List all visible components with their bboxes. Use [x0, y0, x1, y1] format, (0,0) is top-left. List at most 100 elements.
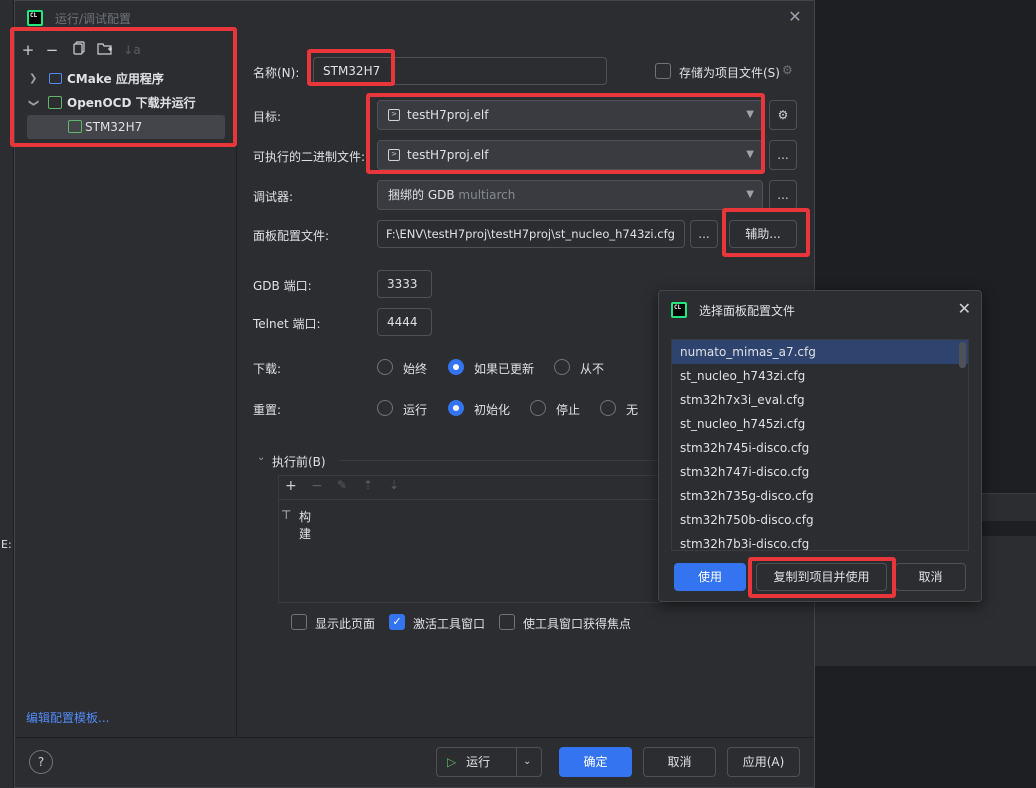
- list-item[interactable]: numato_mimas_a7.cfg: [672, 340, 968, 364]
- popup-title: 选择面板配置文件: [699, 304, 796, 318]
- close-icon[interactable]: ✕: [958, 299, 971, 318]
- list-item[interactable]: stm32h745i-disco.cfg: [672, 436, 968, 460]
- chevron-down-icon: ❯: [28, 98, 40, 108]
- chip-icon: [48, 96, 62, 109]
- use-button[interactable]: 使用: [674, 563, 746, 591]
- reset-halt-label: 停止: [556, 403, 581, 417]
- debugger-browse-button[interactable]: ...: [769, 180, 797, 210]
- reset-halt-radio[interactable]: [530, 400, 546, 416]
- play-icon: ▷: [447, 755, 457, 769]
- config-sidebar: + − ↓a ❯ CMake 应用程序 ❯ OpenOCD 下载并运行 STM3…: [15, 35, 237, 737]
- ok-button[interactable]: 确定: [559, 747, 632, 777]
- list-item[interactable]: st_nucleo_h745zi.cfg: [672, 412, 968, 436]
- board-config-browse-button[interactable]: ...: [690, 220, 718, 248]
- remove-icon[interactable]: −: [311, 478, 323, 494]
- edit-icon[interactable]: ✎: [337, 478, 347, 492]
- download-if-updated-label: 如果已更新: [474, 362, 535, 376]
- download-always-radio[interactable]: [377, 359, 393, 375]
- store-project-label: 存储为项目文件(S): [679, 66, 780, 80]
- run-target-icon: >: [388, 109, 400, 121]
- list-item[interactable]: stm32h750b-disco.cfg: [672, 508, 968, 532]
- focus-tool-checkbox[interactable]: [499, 614, 515, 630]
- executable-label: 可执行的二进制文件:: [253, 150, 366, 164]
- move-down-icon[interactable]: ⇣: [389, 478, 399, 492]
- clion-logo-icon: CL: [671, 302, 687, 318]
- add-icon[interactable]: +: [285, 478, 297, 494]
- reset-init-radio[interactable]: [448, 400, 464, 416]
- list-item[interactable]: stm32h7b3i-disco.cfg: [672, 532, 968, 550]
- hammer-icon: ⊤: [281, 508, 292, 522]
- reset-run-radio[interactable]: [377, 400, 393, 416]
- before-launch-label[interactable]: 执行前(B): [272, 453, 326, 470]
- board-config-popup: CL 选择面板配置文件 ✕ numato_mimas_a7.cfg st_nuc…: [658, 290, 982, 602]
- before-launch-toolbar: + − ✎ ⇡ ⇣: [279, 476, 661, 500]
- executable-select[interactable]: > testH7proj.elf ▼: [377, 140, 763, 170]
- reset-label: 重置:: [253, 403, 282, 417]
- background-ide-left: E:: [0, 0, 14, 788]
- show-page-label: 显示此页面: [315, 617, 376, 631]
- download-if-updated-radio[interactable]: [448, 359, 464, 375]
- chevron-down-icon: ▼: [746, 149, 754, 160]
- debugger-select[interactable]: 捆绑的 GDB multiarch ▼: [377, 180, 763, 210]
- chevron-down-icon: ▼: [746, 189, 754, 200]
- background-edge-text: E:: [1, 538, 12, 551]
- help-button[interactable]: ?: [29, 750, 53, 774]
- move-up-icon[interactable]: ⇡: [363, 478, 373, 492]
- tree-item-openocd[interactable]: ❯ OpenOCD 下载并运行: [15, 91, 237, 115]
- reset-none-radio[interactable]: [600, 400, 616, 416]
- board-config-label: 面板配置文件:: [253, 229, 330, 243]
- section-divider: [339, 460, 661, 461]
- executable-browse-button[interactable]: ...: [769, 140, 797, 170]
- copy-to-project-button[interactable]: 复制到项目并使用: [756, 563, 887, 591]
- store-project-checkbox[interactable]: [655, 63, 671, 79]
- run-target-icon: >: [388, 149, 400, 161]
- run-button[interactable]: ▷ 运行 ⌄: [436, 747, 542, 777]
- list-item[interactable]: stm32h747i-disco.cfg: [672, 460, 968, 484]
- download-never-radio[interactable]: [554, 359, 570, 375]
- apply-button[interactable]: 应用(A): [727, 747, 800, 777]
- gear-icon[interactable]: ⚙: [782, 63, 793, 77]
- target-settings-button[interactable]: ⚙: [769, 100, 797, 130]
- dialog-footer: ? ▷ 运行 ⌄ 确定 取消 应用(A): [15, 737, 814, 787]
- chevron-down-icon[interactable]: ⌄: [257, 452, 265, 463]
- tree-item-cmake[interactable]: ❯ CMake 应用程序: [15, 67, 237, 91]
- add-icon[interactable]: +: [19, 41, 37, 59]
- sort-icon[interactable]: ↓a: [123, 41, 141, 59]
- download-label: 下载:: [253, 362, 282, 376]
- chevron-down-icon[interactable]: ⌄: [523, 748, 531, 776]
- list-item[interactable]: stm32h735g-disco.cfg: [672, 484, 968, 508]
- target-select[interactable]: > testH7proj.elf ▼: [377, 100, 763, 130]
- chevron-right-icon: ❯: [29, 73, 38, 84]
- reset-init-label: 初始化: [474, 403, 511, 417]
- assist-button[interactable]: 辅助...: [729, 220, 797, 248]
- gdb-port-input[interactable]: 3333: [377, 270, 432, 298]
- telnet-port-label: Telnet 端口:: [253, 317, 321, 331]
- telnet-port-input[interactable]: 4444: [377, 308, 432, 336]
- download-always-label: 始终: [403, 362, 428, 376]
- chip-icon: [68, 120, 82, 133]
- board-config-input[interactable]: F:\ENV\testH7proj\testH7proj\st_nucleo_h…: [377, 220, 685, 248]
- list-item[interactable]: stm32h7x3i_eval.cfg: [672, 388, 968, 412]
- show-page-checkbox[interactable]: [291, 614, 307, 630]
- tree-item-stm32h7[interactable]: STM32H7: [27, 115, 225, 139]
- dialog-titlebar: CL 运行/调试配置 ✕: [15, 1, 814, 35]
- gdb-port-label: GDB 端口:: [253, 279, 312, 293]
- popup-cancel-button[interactable]: 取消: [895, 563, 966, 591]
- cmake-app-icon: [49, 73, 62, 84]
- scrollbar[interactable]: [959, 342, 966, 368]
- dialog-title: 运行/调试配置: [55, 12, 132, 26]
- name-input[interactable]: STM32H7: [313, 57, 607, 85]
- copy-icon[interactable]: [70, 41, 88, 59]
- clion-logo-icon: CL: [27, 10, 43, 26]
- edit-templates-link[interactable]: 编辑配置模板...: [26, 709, 109, 726]
- list-item[interactable]: st_nucleo_h743zi.cfg: [672, 364, 968, 388]
- remove-icon[interactable]: −: [43, 41, 61, 59]
- activate-tool-label: 激活工具窗口: [413, 617, 486, 631]
- close-icon[interactable]: ✕: [786, 8, 804, 26]
- new-folder-icon[interactable]: [96, 41, 114, 59]
- activate-tool-checkbox[interactable]: ✓: [389, 614, 405, 630]
- cancel-button[interactable]: 取消: [643, 747, 716, 777]
- before-launch-list: + − ✎ ⇡ ⇣ ⊤ 构建: [278, 475, 662, 603]
- reset-run-label: 运行: [403, 403, 428, 417]
- target-label: 目标:: [253, 110, 282, 124]
